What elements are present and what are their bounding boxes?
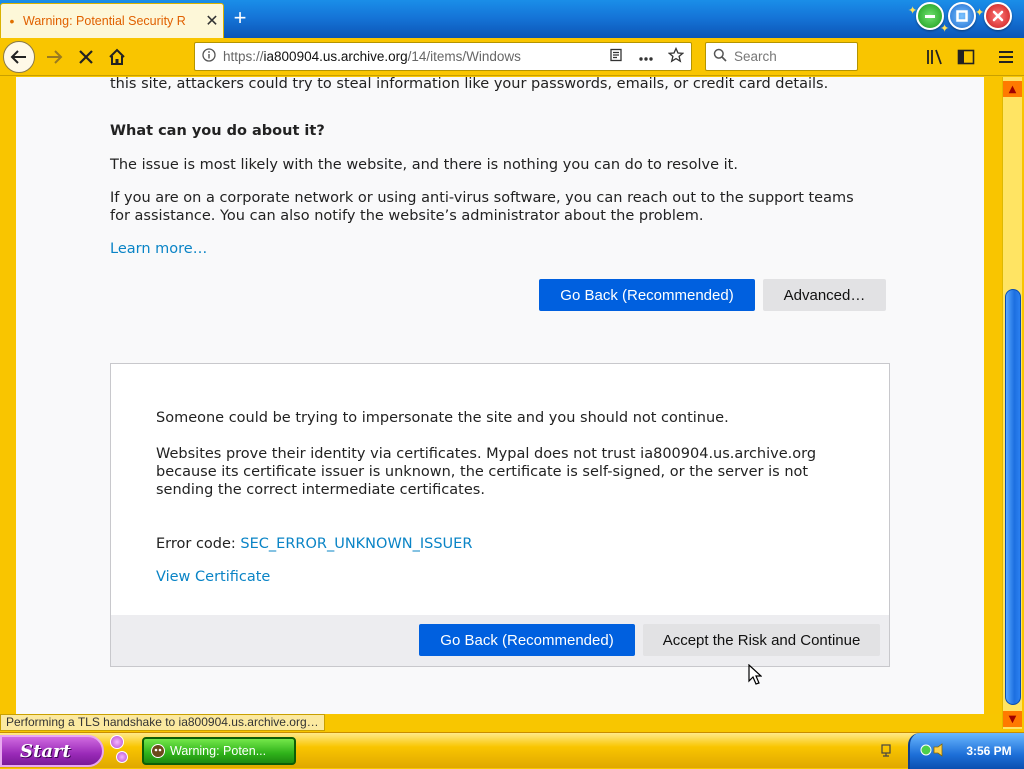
tab-close-icon[interactable]: ✕ bbox=[201, 11, 223, 31]
url-scheme: https:// bbox=[223, 49, 264, 64]
go-back-button[interactable]: Go Back (Recommended) bbox=[539, 279, 755, 311]
security-warning-page: this site, attackers could try to steal … bbox=[16, 77, 984, 714]
forward-button[interactable] bbox=[38, 41, 70, 73]
error-code-link[interactable]: SEC_ERROR_UNKNOWN_ISSUER bbox=[240, 536, 472, 552]
system-tray: 3:56 PM bbox=[908, 733, 1024, 769]
maximize-button[interactable] bbox=[948, 2, 976, 30]
advanced-button[interactable]: Advanced… bbox=[763, 279, 886, 311]
browser-app-icon bbox=[151, 744, 165, 758]
arrow-left-icon bbox=[10, 50, 26, 64]
url-bar[interactable]: https://ia800904.us.archive.org/14/items… bbox=[194, 42, 692, 71]
issue-text: The issue is most likely with the websit… bbox=[110, 157, 738, 173]
certificate-text-line2: because its certificate issuer is unknow… bbox=[156, 464, 809, 480]
arrow-right-icon bbox=[47, 50, 63, 64]
navigation-toolbar: https://ia800904.us.archive.org/14/items… bbox=[0, 38, 1024, 76]
vertical-scrollbar[interactable]: ▲ ▼ bbox=[1002, 77, 1022, 729]
tab-strip: • Warning: Potential Security R ✕ + ✦ ✦ … bbox=[0, 0, 1024, 38]
close-window-button[interactable] bbox=[984, 2, 1012, 30]
scroll-thumb[interactable] bbox=[1005, 289, 1021, 705]
advanced-panel: Someone could be trying to impersonate t… bbox=[110, 363, 890, 667]
impersonate-text: Someone could be trying to impersonate t… bbox=[156, 410, 729, 426]
sidebar-button[interactable] bbox=[951, 42, 981, 72]
stop-x-icon bbox=[79, 50, 93, 64]
start-bubble-icon bbox=[116, 751, 128, 763]
page-actions-more-icon[interactable] bbox=[631, 49, 661, 65]
info-circle-icon[interactable] bbox=[195, 48, 223, 65]
error-code-row: Error code: SEC_ERROR_UNKNOWN_ISSUER bbox=[156, 535, 472, 553]
url-path: /14/items/Windows bbox=[407, 49, 521, 64]
tray-network-icon[interactable] bbox=[880, 743, 892, 760]
start-label: Start bbox=[20, 740, 71, 762]
library-icon bbox=[927, 49, 942, 65]
close-icon bbox=[992, 10, 1004, 22]
back-button[interactable] bbox=[3, 41, 35, 73]
scroll-down-arrow-icon[interactable]: ▼ bbox=[1003, 711, 1022, 727]
taskbar-window-button[interactable]: Warning: Poten... bbox=[142, 737, 296, 765]
search-input[interactable]: Search bbox=[705, 42, 858, 71]
section-heading: What can you do about it? bbox=[110, 123, 325, 139]
tray-volume-icon[interactable] bbox=[910, 742, 954, 761]
scroll-up-arrow-icon[interactable]: ▲ bbox=[1003, 81, 1022, 97]
menu-button[interactable] bbox=[991, 42, 1021, 72]
minimize-button[interactable] bbox=[916, 2, 944, 30]
url-text[interactable]: https://ia800904.us.archive.org/14/items… bbox=[223, 49, 601, 64]
hamburger-menu-icon bbox=[999, 51, 1013, 63]
reader-view-icon[interactable] bbox=[601, 48, 631, 65]
maximize-icon bbox=[956, 10, 968, 22]
minimize-icon bbox=[925, 15, 935, 18]
taskbar-window-title: Warning: Poten... bbox=[170, 744, 267, 758]
stop-button[interactable] bbox=[70, 41, 102, 73]
sidebar-icon bbox=[957, 49, 975, 65]
content-frame: this site, attackers could try to steal … bbox=[0, 77, 1024, 714]
home-icon bbox=[109, 48, 125, 65]
taskbar: Start Warning: Poten... 3:56 PM bbox=[0, 732, 1024, 769]
certificate-text-line1: Websites prove their identity via certif… bbox=[156, 446, 817, 462]
new-tab-button[interactable]: + bbox=[228, 7, 252, 31]
url-host: ia800904.us.archive.org bbox=[263, 49, 408, 64]
tab-security-warning[interactable]: • Warning: Potential Security R ✕ bbox=[0, 3, 224, 38]
certificate-text-line3: sending the correct intermediate certifi… bbox=[156, 482, 485, 498]
start-button[interactable]: Start bbox=[0, 735, 104, 767]
sparkle-icon: ✦ bbox=[975, 6, 985, 19]
status-bar: Performing a TLS handshake to ia800904.u… bbox=[0, 714, 325, 731]
library-button[interactable] bbox=[920, 42, 950, 72]
mouse-pointer-icon bbox=[748, 664, 762, 685]
search-placeholder: Search bbox=[734, 49, 777, 64]
view-certificate-link[interactable]: View Certificate bbox=[156, 568, 270, 586]
clock: 3:56 PM bbox=[966, 744, 1012, 758]
accept-risk-button[interactable]: Accept the Risk and Continue bbox=[643, 624, 880, 656]
error-code-label: Error code: bbox=[156, 536, 241, 552]
support-text-line2: for assistance. You can also notify the … bbox=[110, 208, 704, 224]
support-text-line1: If you are on a corporate network or usi… bbox=[110, 190, 854, 206]
star-icon[interactable] bbox=[661, 46, 691, 66]
warning-text-cut: this site, attackers could try to steal … bbox=[110, 77, 829, 92]
home-button[interactable] bbox=[101, 41, 133, 73]
tab-loading-indicator-icon: • bbox=[9, 13, 15, 29]
start-bubble-icon bbox=[110, 735, 124, 749]
tab-title: Warning: Potential Security R bbox=[23, 14, 186, 28]
search-icon bbox=[706, 48, 734, 65]
learn-more-link[interactable]: Learn more… bbox=[110, 240, 207, 258]
go-back-recommended-button[interactable]: Go Back (Recommended) bbox=[419, 624, 635, 656]
advanced-panel-footer: Go Back (Recommended) Accept the Risk an… bbox=[111, 615, 889, 666]
